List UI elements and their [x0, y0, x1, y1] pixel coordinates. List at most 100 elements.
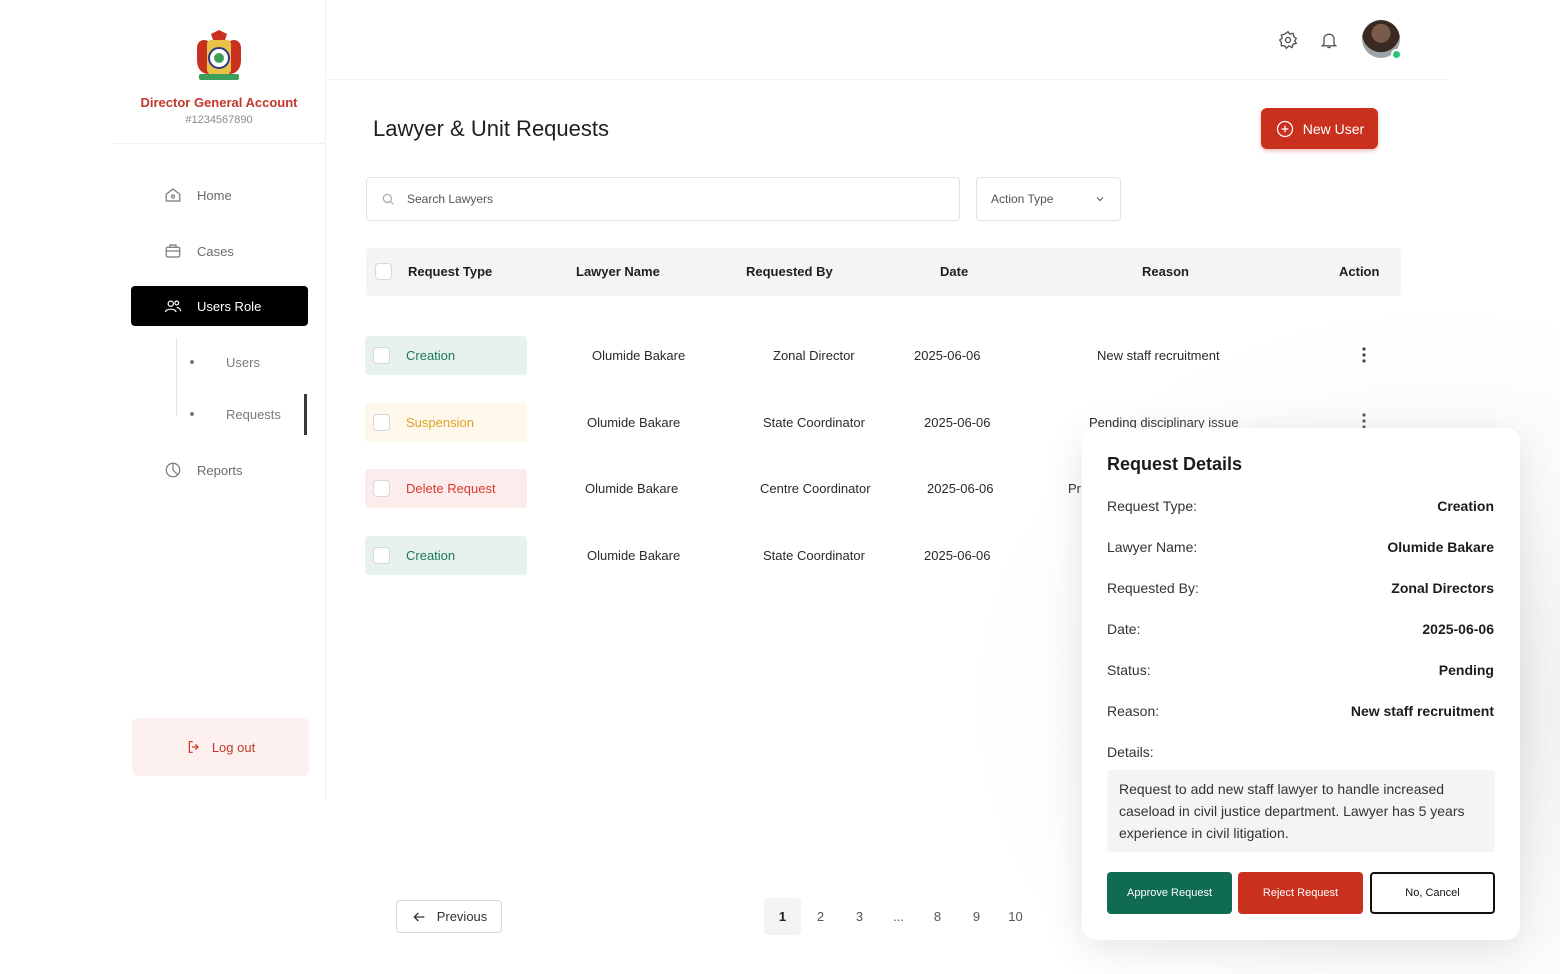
column-header[interactable]: Request Type: [408, 264, 492, 279]
more-vertical-icon[interactable]: [1356, 345, 1372, 365]
sidebar-item-home[interactable]: Home: [131, 175, 308, 215]
action-type-select[interactable]: Action Type: [976, 177, 1121, 221]
sidebar-item-cases[interactable]: Cases: [131, 231, 308, 271]
detail-value: Creation: [1437, 498, 1494, 514]
sidebar-item-label: Cases: [197, 243, 234, 259]
details-text: Request to add new staff lawyer to handl…: [1107, 770, 1495, 852]
sidebar-subitem-requests[interactable]: Requests: [176, 399, 308, 429]
logout-button[interactable]: Log out: [132, 718, 309, 776]
lawyer-name: Olumide Bakare: [587, 548, 681, 563]
page-ellipsis: ...: [893, 909, 904, 924]
detail-value: Olumide Bakare: [1387, 539, 1494, 555]
request-date: 2025-06-06: [924, 548, 991, 563]
sidebar-item-users-role[interactable]: Users Role: [131, 286, 308, 326]
column-header[interactable]: Action: [1339, 264, 1379, 279]
pie-chart-icon: [163, 460, 183, 480]
details-label: Details:: [1107, 744, 1154, 760]
bullet-dot: [190, 360, 194, 364]
search-box[interactable]: [366, 177, 960, 221]
detail-value: Pending: [1438, 662, 1494, 678]
new-user-label: New User: [1302, 120, 1365, 137]
coat-of-arms-logo: [191, 30, 247, 84]
sidebar-subitem-label: Users: [226, 354, 260, 370]
settings-icon[interactable]: [1276, 28, 1300, 52]
row-checkbox[interactable]: [373, 347, 390, 364]
bell-icon[interactable]: [1317, 28, 1341, 52]
row-checkbox[interactable]: [373, 480, 390, 497]
reason: New staff recruitment: [1097, 348, 1220, 363]
active-indicator: [304, 394, 307, 435]
detail-label: Status:: [1107, 662, 1151, 678]
action-type-label: Action Type: [991, 192, 1054, 206]
detail-value: New staff recruitment: [1350, 703, 1494, 719]
page-button[interactable]: 10: [997, 898, 1034, 935]
sidebar-item-label: Users Role: [197, 298, 262, 314]
page-title: Lawyer & Unit Requests: [373, 116, 609, 141]
home-icon: [163, 185, 183, 205]
briefcase-icon: [163, 241, 183, 261]
page-button[interactable]: 9: [958, 898, 995, 935]
account-id: #1234567890: [185, 114, 253, 126]
select-all-checkbox[interactable]: [375, 263, 392, 280]
panel-title: Request Details: [1107, 454, 1243, 474]
column-header[interactable]: Reason: [1142, 264, 1189, 279]
column-header[interactable]: Requested By: [746, 264, 833, 279]
approve-request-button[interactable]: Approve Request: [1107, 872, 1232, 914]
sidebar-subitem-label: Requests: [226, 406, 281, 422]
detail-label: Requested By:: [1107, 580, 1199, 596]
detail-label: Lawyer Name:: [1107, 539, 1198, 555]
account-name: Director General Account: [140, 95, 298, 110]
previous-page-button[interactable]: Previous: [396, 900, 502, 933]
search-input[interactable]: [407, 192, 947, 206]
detail-value: 2025-06-06: [1422, 621, 1494, 637]
requested-by: State Coordinator: [763, 548, 865, 563]
request-type-pill: Suspension: [365, 403, 527, 442]
previous-label: Previous: [436, 909, 488, 924]
row-checkbox[interactable]: [373, 414, 390, 431]
detail-label: Date:: [1107, 621, 1141, 637]
detail-value: Zonal Directors: [1391, 580, 1494, 596]
requested-by: State Coordinator: [763, 415, 865, 430]
row-checkbox[interactable]: [373, 547, 390, 564]
sidebar-item-reports[interactable]: Reports: [131, 450, 308, 490]
lawyer-name: Olumide Bakare: [587, 415, 681, 430]
request-date: 2025-06-06: [914, 348, 981, 363]
sidebar-item-label: Home: [197, 187, 232, 203]
plus-circle-icon: [1275, 119, 1295, 139]
request-type-label: Creation: [406, 348, 456, 363]
detail-label: Request Type:: [1107, 498, 1198, 514]
reject-request-button[interactable]: Reject Request: [1238, 872, 1363, 914]
user-avatar[interactable]: [1362, 20, 1402, 60]
bullet-dot: [190, 412, 194, 416]
logout-icon: [186, 739, 202, 755]
request-type-pill: Creation: [365, 536, 527, 575]
search-icon: [381, 192, 395, 206]
page-button[interactable]: 8: [919, 898, 956, 935]
page-button[interactable]: 1: [764, 898, 801, 935]
page-button[interactable]: 3: [841, 898, 878, 935]
page-button[interactable]: 2: [802, 898, 839, 935]
brand-block: Director General Account #1234567890: [112, 0, 326, 144]
request-details-panel: Request Details Request Type: Creation L…: [1082, 428, 1520, 940]
request-type-label: Creation: [406, 548, 456, 563]
requested-by: Zonal Director: [773, 348, 855, 363]
new-user-button[interactable]: New User: [1261, 108, 1378, 149]
cancel-button[interactable]: No, Cancel: [1370, 872, 1495, 914]
logout-label: Log out: [211, 739, 256, 755]
chevron-down-icon: [1094, 193, 1106, 205]
sidebar-item-label: Reports: [197, 462, 243, 478]
sidebar-subitem-users[interactable]: Users: [176, 347, 308, 377]
table-header: Request Type Lawyer Name Requested By Da…: [366, 248, 1401, 296]
detail-label: Reason:: [1107, 703, 1160, 719]
request-date: 2025-06-06: [924, 415, 991, 430]
request-date: 2025-06-06: [927, 481, 994, 496]
reason: Pr: [1068, 481, 1081, 496]
users-icon: [163, 296, 183, 316]
request-type-pill: Delete Request: [365, 469, 527, 508]
top-header: [327, 0, 1447, 80]
lawyer-name: Olumide Bakare: [585, 481, 679, 496]
requested-by: Centre Coordinator: [760, 481, 871, 496]
column-header[interactable]: Date: [940, 264, 968, 279]
lawyer-name: Olumide Bakare: [592, 348, 686, 363]
column-header[interactable]: Lawyer Name: [576, 264, 660, 279]
